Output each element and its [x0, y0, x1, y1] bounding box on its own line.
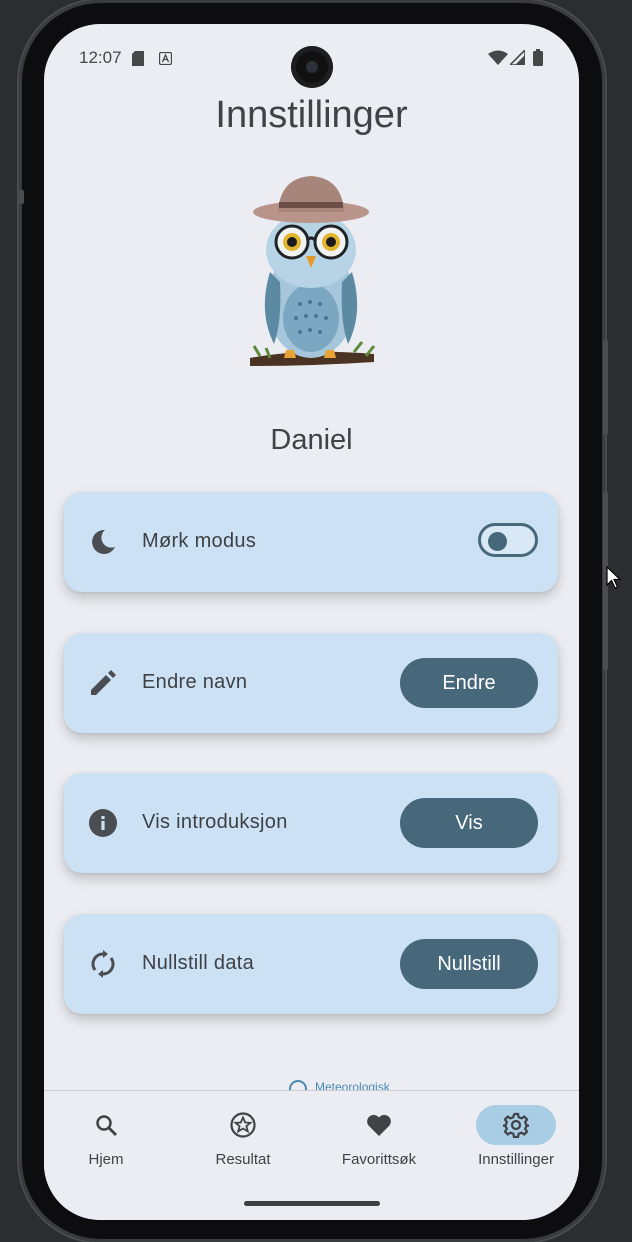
nav-icon-container: [339, 1105, 419, 1145]
nav-item-home[interactable]: Hjem: [44, 1105, 171, 1175]
moon-icon: [92, 529, 115, 554]
frame-notch: [19, 190, 24, 204]
nav-label-results: Resultat: [215, 1151, 271, 1168]
info-icon: [89, 809, 117, 837]
app-screen: 12:07 Innstillinger Daniel Mørk modus En…: [44, 24, 579, 1220]
setting-show-intro: Vis introduksjon Vis: [64, 773, 558, 873]
setting-label-dark-mode: Mørk modus: [142, 530, 257, 552]
setting-label-change-name: Endre navn: [142, 671, 248, 693]
home-indicator[interactable]: [244, 1201, 380, 1206]
owl-mascot-image: [250, 176, 376, 366]
volume-button: [603, 340, 608, 435]
star-badge-icon: [230, 1112, 256, 1138]
nav-item-settings[interactable]: Innstillinger: [451, 1105, 579, 1175]
mouse-cursor-icon: [606, 566, 622, 589]
keyboard-a-icon: [159, 52, 172, 65]
nav-label-settings: Innstillinger: [478, 1151, 554, 1168]
refresh-icon: [91, 950, 115, 978]
search-icon: [96, 1115, 117, 1136]
battery-icon: [533, 49, 543, 66]
front-camera: [291, 46, 333, 88]
wifi-icon: [488, 50, 508, 65]
user-name: Daniel: [270, 424, 353, 456]
heart-icon: [367, 1114, 391, 1136]
show-intro-button[interactable]: Vis: [400, 798, 538, 848]
nav-icon-container: [66, 1105, 146, 1145]
page-title: Innstillinger: [215, 94, 408, 136]
nav-label-favorites: Favorittsøk: [341, 1151, 417, 1168]
status-bar: 12:07: [44, 24, 579, 88]
setting-dark-mode: Mørk modus: [64, 492, 558, 592]
setting-label-reset-data: Nullstill data: [142, 952, 255, 974]
gear-icon: [503, 1112, 529, 1138]
setting-reset-data: Nullstill data Nullstill: [64, 914, 558, 1014]
signal-icon: [510, 50, 525, 65]
status-time: 12:07: [79, 48, 122, 67]
toggle-thumb: [488, 532, 507, 551]
change-name-button[interactable]: Endre: [400, 658, 538, 708]
sd-card-icon: [132, 51, 144, 66]
setting-change-name: Endre navn Endre: [64, 633, 558, 733]
dark-mode-toggle[interactable]: [478, 523, 538, 557]
setting-label-show-intro: Vis introduksjon: [142, 811, 288, 833]
nav-icon-container-active: [476, 1105, 556, 1145]
nav-label-home: Hjem: [88, 1151, 124, 1168]
pencil-icon: [91, 670, 116, 695]
reset-data-button[interactable]: Nullstill: [400, 939, 538, 989]
nav-item-results[interactable]: Resultat: [178, 1105, 308, 1175]
nav-icon-container: [203, 1105, 283, 1145]
nav-item-favorites[interactable]: Favorittsøk: [314, 1105, 444, 1175]
